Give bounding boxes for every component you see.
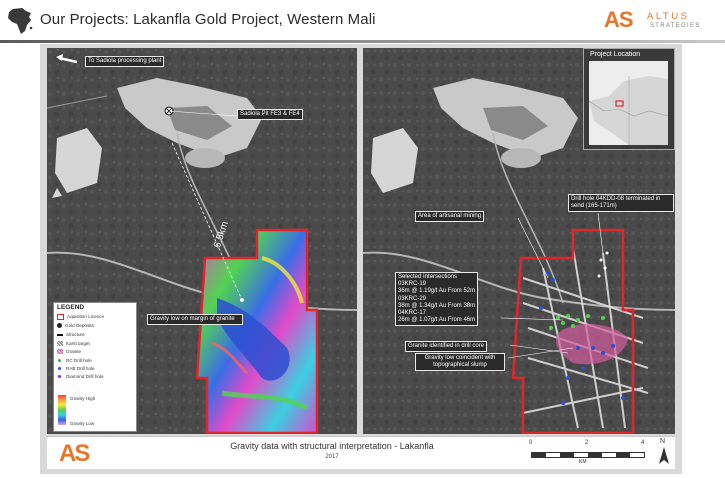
africa-map-icon (8, 8, 33, 34)
intersections-line: 03KRC-19 (398, 281, 427, 288)
inset-title: Project Location (590, 51, 641, 58)
legend-item: Structure (57, 332, 85, 337)
label-granite-core: Granite identified in drill core (405, 341, 488, 352)
pink-hatch-icon (57, 349, 63, 355)
purple-dot-icon (58, 375, 61, 379)
north-arrow-icon (659, 447, 669, 464)
hatched-square-icon (57, 341, 63, 347)
legend-label: Karst target (66, 341, 90, 346)
caption-logo: AS (59, 440, 90, 467)
right-map: Project Location Drill hole 04KDD-08 ter… (363, 48, 675, 434)
label-sadiola-pit: Sadiola Pit FE3 & FE4 (237, 109, 303, 120)
scale-tick: 0 (529, 440, 533, 446)
inset-map (589, 61, 668, 145)
label-gravity-coincident: Gravity low coincident with topographica… (415, 353, 505, 371)
legend-gravity-low: Gravity Low (70, 421, 95, 426)
drill-hole-text: Drill hole 04KDD-08 terminated in send (… (571, 196, 661, 209)
header-divider (0, 40, 725, 43)
logo-brand: ALTUS (647, 11, 690, 22)
scale-tick: 2 (585, 440, 589, 446)
west-africa-map-icon (589, 61, 668, 145)
legend-label: Gold Deposits (65, 323, 94, 328)
legend-item: Gold Deposits (57, 323, 94, 329)
legend-title: LEGEND (57, 304, 85, 311)
label-intersections: Selected Intersections 03KRC-19 36m @ 1.… (395, 272, 479, 327)
legend-item: Diamond Drill hole (57, 374, 104, 379)
scale-tick: 4 (641, 440, 645, 446)
scale-bar-graphic (531, 452, 645, 458)
intersections-line: Selected Intersections (398, 274, 458, 280)
legend-label: Diamond Drill hole (66, 374, 104, 379)
black-line-icon (57, 334, 63, 336)
blue-dot-icon (58, 367, 61, 371)
intersections-line: 36m @ 1.19g/t Au From 52m (398, 288, 476, 295)
gravity-coincident-text: Gravity low coincident with topographica… (424, 355, 496, 368)
legend-label: Structure (66, 332, 85, 337)
intersections-line: 38m @ 1.34g/t Au From 38m (398, 302, 476, 309)
legend-item: Granite (57, 349, 82, 355)
scale-bar: 0 2 4 KM (527, 440, 647, 466)
legend-gravity-high: Gravity High (70, 396, 96, 401)
legend-label: Granite (66, 349, 82, 354)
label-drill-hole: Drill hole 04KDD-08 terminated in send (… (568, 194, 674, 212)
header: Our Projects: Lakanfla Gold Project, Wes… (0, 0, 725, 40)
legend-label: RC Drill hole (66, 358, 92, 363)
scale-unit: KM (579, 459, 587, 465)
gravity-color-ramp (58, 395, 66, 425)
legend-item: Aquisition Licence (57, 314, 104, 320)
caption-title: Gravity data with structural interpretat… (230, 441, 434, 451)
legend-label: Aquisition Licence (67, 314, 105, 320)
intersections-line: 26m @ 1.07g/t Au From 46m (398, 317, 476, 324)
north-arrow: N (657, 438, 671, 466)
green-dot-icon (58, 359, 61, 363)
legend-item: RC Drill hole (57, 358, 92, 363)
caption-bar: AS Gravity data with structural interpre… (47, 436, 675, 469)
pickaxe-icon (57, 323, 62, 329)
intersections-line: 04KRC-17 (398, 310, 427, 317)
caption-year: 2017 (325, 454, 339, 460)
label-artisanal-mining: Area of artisanal mining (415, 211, 485, 222)
legend-item: RAB Drill hole (57, 366, 95, 371)
label-to-plant: To Sadiola processing plant (85, 56, 165, 67)
legend-item: Karst target (57, 341, 90, 347)
label-gravity-low: Gravity low on margin of granite (147, 314, 243, 325)
legend-label: RAB Drill hole (66, 366, 95, 371)
red-outline-square-icon (57, 314, 64, 320)
left-map: To Sadiola processing plant Sadiola Pit … (47, 48, 357, 434)
intersections-line: 03KRC-29 (398, 295, 427, 302)
logo-tagline: STRATEGIES (650, 23, 701, 29)
gravity-low-text: Gravity low on margin of granite (150, 316, 235, 322)
map-legend: LEGEND Aquisition Licence Gold Deposits … (53, 302, 137, 432)
page-title: Our Projects: Lakanfla Gold Project, Wes… (40, 11, 376, 28)
altus-logo: AS ALTUS STRATEGIES (604, 6, 716, 34)
logo-mark: AS (604, 7, 634, 32)
location-inset: Project Location (583, 48, 675, 150)
